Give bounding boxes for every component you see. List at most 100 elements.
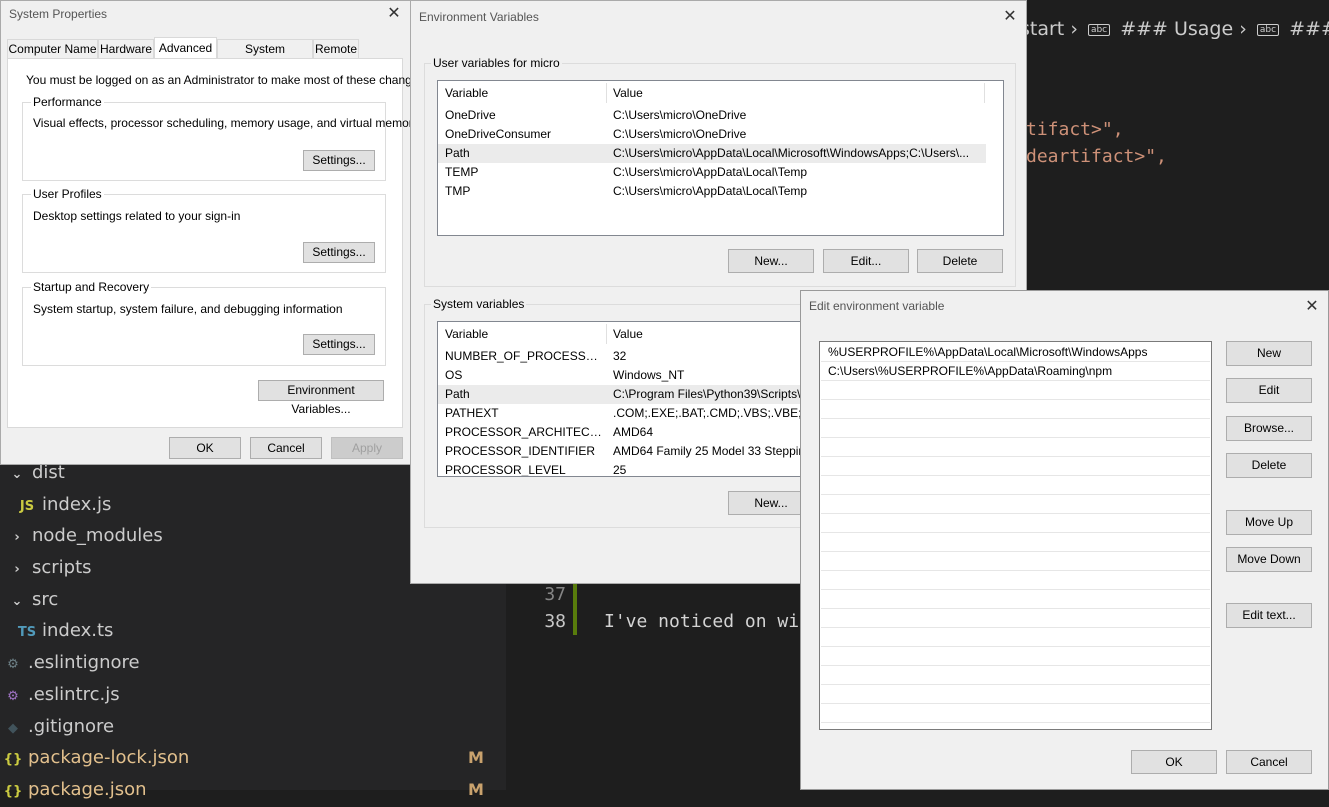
breadcrumb-item-usage[interactable]: ### Usage: [1120, 18, 1233, 40]
empty-entry[interactable]: [821, 438, 1210, 457]
table-row[interactable]: TEMP C:\Users\micro\AppData\Local\Temp: [438, 163, 986, 182]
table-row[interactable]: OneDriveConsumer C:\Users\micro\OneDrive: [438, 125, 986, 144]
empty-entry[interactable]: [821, 419, 1210, 438]
tree-file-package-json[interactable]: {} package.json: [2, 775, 147, 805]
json-braces-icon: {}: [3, 784, 23, 799]
table-row[interactable]: OneDrive C:\Users\micro\OneDrive: [438, 106, 986, 125]
close-icon[interactable]: ✕: [1002, 8, 1018, 24]
move-down-button[interactable]: Move Down: [1226, 547, 1312, 572]
tree-file-index-js[interactable]: JS index.js: [16, 490, 111, 520]
empty-entry[interactable]: [821, 552, 1210, 571]
edit-entry-button[interactable]: Edit: [1226, 378, 1312, 403]
ok-button[interactable]: OK: [1131, 750, 1217, 774]
variable-name: OneDriveConsumer: [445, 127, 552, 141]
startup-recovery-group: Startup and Recovery System startup, sys…: [22, 280, 386, 366]
empty-entry[interactable]: [821, 571, 1210, 590]
user-new-button[interactable]: New...: [728, 249, 814, 273]
line-number: 38: [544, 611, 566, 632]
chevron-right-icon: ›: [14, 562, 20, 577]
tab-remote[interactable]: Remote: [313, 39, 359, 58]
tree-file-gitignore[interactable]: ◆ .gitignore: [2, 712, 114, 742]
javascript-icon: JS: [19, 499, 35, 514]
tree-file-eslintrc[interactable]: ⚙ .eslintrc.js: [2, 680, 119, 710]
column-divider[interactable]: [606, 324, 607, 344]
tree-file-package-lock[interactable]: {} package-lock.json: [2, 743, 190, 773]
variable-value: C:\Users\micro\AppData\Local\Temp: [613, 165, 808, 179]
empty-entry[interactable]: [821, 609, 1210, 628]
chevron-right-icon: ›: [14, 530, 20, 545]
user-variables-list[interactable]: Variable Value OneDrive C:\Users\micro\O…: [437, 80, 1004, 236]
tree-folder-scripts[interactable]: › scripts: [6, 553, 91, 583]
new-entry-button[interactable]: New: [1226, 341, 1312, 366]
tab-advanced[interactable]: Advanced: [154, 37, 217, 59]
empty-entry[interactable]: [821, 685, 1210, 704]
user-profiles-settings-button[interactable]: Settings...: [303, 242, 375, 263]
apply-button[interactable]: Apply: [331, 437, 403, 459]
empty-entry[interactable]: [821, 476, 1210, 495]
path-entry[interactable]: %USERPROFILE%\AppData\Local\Microsoft\Wi…: [821, 343, 1210, 362]
empty-entry[interactable]: [821, 514, 1210, 533]
table-row[interactable]: TMP C:\Users\micro\AppData\Local\Temp: [438, 182, 986, 201]
empty-entry[interactable]: [821, 628, 1210, 647]
tree-file-eslintignore[interactable]: ⚙ .eslintignore: [2, 648, 139, 678]
window-title: System Properties: [9, 7, 108, 21]
breadcrumb: start › abc ### Usage › abc #### Win: [1020, 18, 1329, 40]
heading-icon: abc: [1087, 23, 1111, 36]
empty-entry[interactable]: [821, 647, 1210, 666]
git-change-indicator: [573, 583, 577, 635]
delete-entry-button[interactable]: Delete: [1226, 453, 1312, 478]
user-delete-button[interactable]: Delete: [917, 249, 1003, 273]
path-entries-list[interactable]: %USERPROFILE%\AppData\Local\Microsoft\Wi…: [819, 341, 1212, 730]
column-header-variable[interactable]: Variable: [445, 322, 488, 346]
variable-name: TMP: [445, 184, 471, 198]
empty-entry[interactable]: [821, 381, 1210, 400]
typescript-icon: TS: [17, 625, 37, 640]
column-header-variable[interactable]: Variable: [445, 81, 488, 105]
tab-computer-name[interactable]: Computer Name: [7, 39, 98, 58]
column-divider[interactable]: [984, 83, 985, 103]
code-line: deartifact>",: [1026, 146, 1167, 167]
cancel-button[interactable]: Cancel: [1226, 750, 1312, 774]
gear-icon: ⚙: [7, 657, 19, 672]
empty-entry[interactable]: [821, 590, 1210, 609]
column-header-value[interactable]: Value: [613, 322, 643, 346]
variable-name: PROCESSOR_ARCHITECTURE: [445, 425, 605, 439]
modified-badge: M: [468, 748, 484, 767]
empty-entry[interactable]: [821, 457, 1210, 476]
variable-name: OS: [445, 368, 463, 382]
table-row-selected[interactable]: Path C:\Users\micro\AppData\Local\Micros…: [438, 144, 986, 163]
tree-folder-src[interactable]: ⌄ src: [6, 585, 59, 615]
empty-entry[interactable]: [821, 533, 1210, 552]
user-edit-button[interactable]: Edit...: [823, 249, 909, 273]
tree-folder-node-modules[interactable]: › node_modules: [6, 521, 162, 551]
column-header-value[interactable]: Value: [613, 81, 643, 105]
performance-settings-button[interactable]: Settings...: [303, 150, 375, 171]
close-icon[interactable]: ✕: [386, 5, 402, 21]
performance-group: Performance Visual effects, processor sc…: [22, 95, 419, 181]
chevron-right-icon: ›: [1239, 18, 1253, 40]
performance-desc: Visual effects, processor scheduling, me…: [33, 116, 419, 130]
tab-hardware[interactable]: Hardware: [98, 39, 154, 58]
edit-environment-variable-window: Edit environment variable ✕ %USERPROFILE…: [800, 290, 1329, 790]
cancel-button[interactable]: Cancel: [250, 437, 322, 459]
path-entry[interactable]: C:\Users\%USERPROFILE%\AppData\Roaming\n…: [821, 362, 1210, 381]
edit-text-button[interactable]: Edit text...: [1226, 603, 1312, 628]
user-variables-group: User variables for micro Variable Value …: [424, 56, 1016, 287]
browse-button[interactable]: Browse...: [1226, 416, 1312, 441]
user-profiles-group: User Profiles Desktop settings related t…: [22, 187, 386, 273]
breadcrumb-item-windows[interactable]: #### Win: [1289, 18, 1329, 40]
ok-button[interactable]: OK: [169, 437, 241, 459]
tab-system-protection[interactable]: System Protection: [217, 39, 313, 75]
empty-entry[interactable]: [821, 704, 1210, 723]
column-divider[interactable]: [606, 83, 607, 103]
empty-entry[interactable]: [821, 666, 1210, 685]
startup-recovery-settings-button[interactable]: Settings...: [303, 334, 375, 355]
environment-variables-button[interactable]: Environment Variables...: [258, 380, 384, 416]
tree-file-index-ts[interactable]: TS index.ts: [16, 616, 114, 646]
variable-value: C:\Users\micro\AppData\Local\Temp: [613, 184, 808, 198]
move-up-button[interactable]: Move Up: [1226, 510, 1312, 535]
variable-name: Path: [445, 387, 470, 401]
empty-entry[interactable]: [821, 400, 1210, 419]
empty-entry[interactable]: [821, 495, 1210, 514]
close-icon[interactable]: ✕: [1304, 298, 1320, 314]
